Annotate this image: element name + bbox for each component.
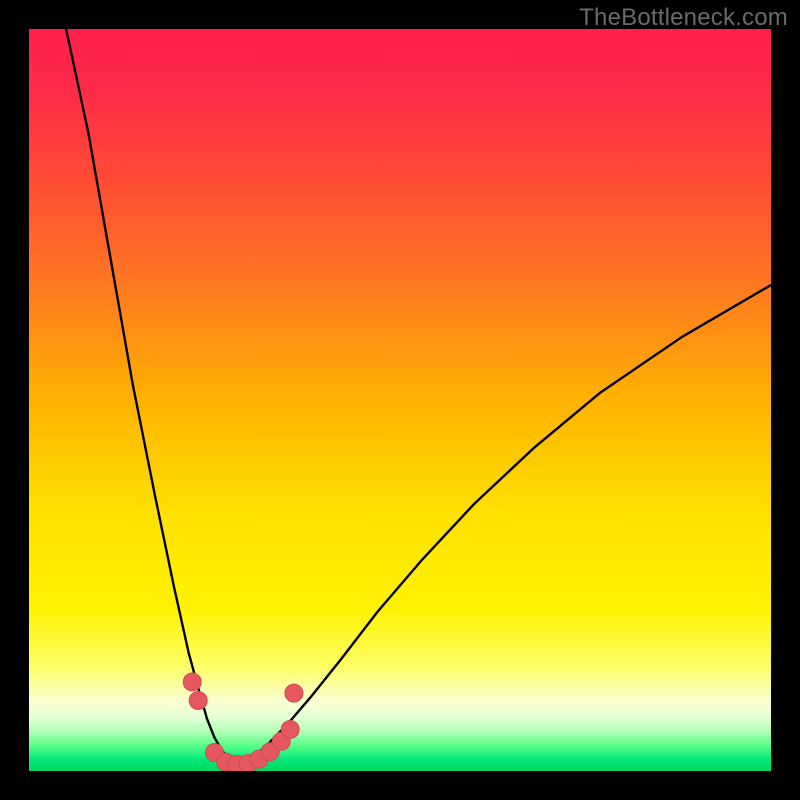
data-marker bbox=[285, 684, 303, 702]
chart-frame: TheBottleneck.com bbox=[0, 0, 800, 800]
plot-area bbox=[29, 29, 771, 771]
data-marker bbox=[183, 673, 201, 691]
curve-layer bbox=[29, 29, 771, 771]
data-marker bbox=[189, 692, 207, 710]
v-curve bbox=[66, 29, 771, 765]
data-marker bbox=[281, 720, 299, 738]
watermark-text: TheBottleneck.com bbox=[579, 4, 788, 32]
marker-group bbox=[183, 673, 303, 771]
